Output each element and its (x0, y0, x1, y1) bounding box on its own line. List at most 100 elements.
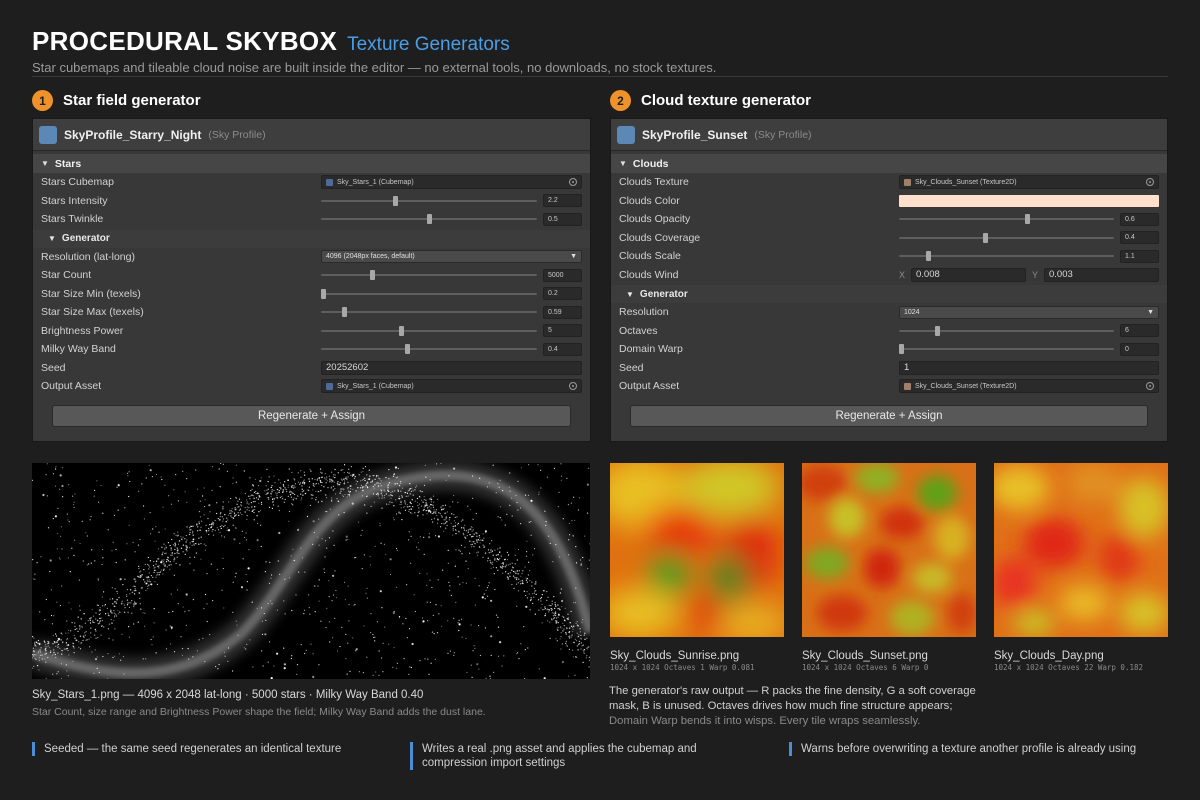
generator-foldout[interactable]: ▼ Generator (33, 229, 590, 248)
step-number-badge: 1 (32, 90, 53, 111)
stars-cubemap-row: Stars Cubemap Sky_Stars_1 (Cubemap) (33, 173, 590, 192)
field-label: Stars Twinkle (41, 213, 104, 226)
wind-y-input[interactable]: 0.003 (1044, 267, 1159, 282)
field-label: Clouds Color (619, 194, 680, 207)
explanation-dim-text: Domain Warp bends it into wisps. Every t… (609, 715, 921, 727)
star-field-preview-image (32, 463, 590, 679)
star-size-min-input[interactable]: 0.2 (543, 287, 582, 301)
page-subtitle: Texture Generators (347, 34, 510, 55)
wind-x-input[interactable]: 0.008 (911, 267, 1026, 282)
tile-filename: Sky_Clouds_Day.png (994, 650, 1104, 662)
object-picker-icon[interactable] (1146, 178, 1154, 187)
clouds-scale-input[interactable]: 1.1 (1120, 249, 1159, 263)
star-section-heading: 1 Star field generator (32, 90, 201, 111)
stars-twinkle-slider[interactable] (321, 212, 537, 226)
domain-warp-slider[interactable] (899, 342, 1114, 356)
field-label: Stars Cubemap (41, 176, 114, 189)
seed-input[interactable]: 1 (899, 360, 1159, 375)
generator-foldout[interactable]: ▼ Generator (611, 285, 1167, 303)
output-asset-field[interactable]: Sky_Clouds_Sunset (Texture2D) (899, 379, 1159, 394)
star-count-slider[interactable] (321, 268, 537, 282)
resolution-dropdown[interactable]: 4096 (2048px faces, default) ▼ (321, 250, 582, 264)
cloud-explanation: The generator's raw output — R packs the… (609, 684, 979, 729)
object-picker-icon[interactable] (569, 382, 577, 391)
slider-track (899, 236, 1114, 239)
stars-cubemap-field[interactable]: Sky_Stars_1 (Cubemap) (321, 175, 582, 190)
field-label: Clouds Scale (619, 250, 681, 263)
domain-warp-row: Domain Warp 0 (611, 340, 1167, 359)
field-label: Brightness Power (41, 324, 124, 337)
field-label: Domain Warp (619, 343, 683, 356)
page-header: PROCEDURAL SKYBOX Texture Generators Sta… (32, 26, 1168, 75)
star-size-max-slider[interactable] (321, 305, 537, 319)
output-asset-field[interactable]: Sky_Stars_1 (Cubemap) (321, 379, 582, 394)
slider-thumb[interactable] (342, 307, 348, 318)
clouds-foldout[interactable]: ▼ Clouds (611, 154, 1167, 173)
seed-row: Seed 20252602 (33, 359, 590, 378)
slider-thumb[interactable] (899, 344, 904, 355)
slider-track (321, 199, 537, 202)
slider-thumb[interactable] (369, 270, 375, 281)
field-label: Seed (41, 361, 66, 374)
brightness-power-row: Brightness Power 5 (33, 322, 590, 341)
profile-type: (Sky Profile) (208, 128, 266, 141)
field-label: Clouds Wind (619, 268, 679, 281)
star-size-min-slider[interactable] (321, 287, 537, 301)
clouds-color-row: Clouds Color (611, 192, 1167, 211)
domain-warp-input[interactable]: 0 (1120, 342, 1159, 356)
chevron-down-icon: ▼ (1147, 308, 1154, 316)
slider-thumb[interactable] (1025, 214, 1030, 225)
milky-way-input[interactable]: 0.4 (543, 342, 582, 356)
slider-thumb[interactable] (405, 344, 411, 355)
tile-metadata: 1024 x 1024 Octaves 22 Warp 0.182 (994, 663, 1144, 672)
field-value: Sky_Stars_1 (Cubemap) (337, 178, 414, 186)
octaves-slider[interactable] (899, 324, 1114, 338)
section-title: Star field generator (63, 92, 201, 109)
clouds-scale-slider[interactable] (899, 249, 1114, 263)
milky-way-slider[interactable] (321, 342, 537, 356)
field-label: Clouds Coverage (619, 231, 701, 244)
slider-thumb[interactable] (426, 214, 432, 225)
inspector-header: SkyProfile_Sunset (Sky Profile) (611, 119, 1167, 151)
clouds-opacity-input[interactable]: 0.6 (1120, 212, 1159, 226)
slider-track (321, 329, 537, 332)
regenerate-assign-button[interactable]: Regenerate + Assign (52, 405, 571, 427)
slider-thumb[interactable] (399, 325, 405, 336)
header-divider (32, 76, 1168, 77)
slider-thumb[interactable] (321, 288, 326, 299)
octaves-input[interactable]: 6 (1120, 324, 1159, 338)
clouds-texture-field[interactable]: Sky_Clouds_Sunset (Texture2D) (899, 175, 1159, 190)
slider-thumb[interactable] (926, 251, 932, 262)
cloud-section-heading: 2 Cloud texture generator (610, 90, 811, 111)
regenerate-assign-button[interactable]: Regenerate + Assign (630, 405, 1148, 427)
clouds-coverage-slider[interactable] (899, 231, 1114, 245)
stars-foldout[interactable]: ▼ Stars (33, 154, 590, 173)
slider-track (899, 348, 1114, 351)
star-size-max-input[interactable]: 0.59 (543, 305, 582, 319)
stars-twinkle-input[interactable]: 0.5 (543, 212, 582, 226)
clouds-texture-row: Clouds Texture Sky_Clouds_Sunset (Textur… (611, 173, 1167, 192)
cloud-noise-texture (994, 463, 1168, 637)
feature-note: Warns before overwriting a texture anoth… (789, 742, 1168, 756)
stars-intensity-input[interactable]: 2.2 (543, 194, 582, 208)
foldout-triangle-icon: ▼ (619, 159, 627, 168)
resolution-dropdown[interactable]: 1024 ▼ (899, 305, 1159, 319)
clouds-opacity-slider[interactable] (899, 212, 1114, 226)
clouds-color-swatch[interactable] (899, 194, 1159, 207)
object-picker-icon[interactable] (569, 178, 577, 187)
slider-thumb[interactable] (392, 195, 398, 206)
brightness-power-input[interactable]: 5 (543, 324, 582, 338)
stars-intensity-slider[interactable] (321, 194, 537, 208)
slider-track (321, 274, 537, 277)
object-picker-icon[interactable] (1146, 382, 1154, 391)
seed-input[interactable]: 20252602 (321, 360, 582, 375)
slider-thumb[interactable] (934, 325, 940, 336)
field-value: Sky_Clouds_Sunset (Texture2D) (915, 178, 1017, 186)
brightness-power-slider[interactable] (321, 324, 537, 338)
star-count-input[interactable]: 5000 (543, 268, 582, 282)
slider-thumb[interactable] (983, 232, 988, 243)
clouds-coverage-input[interactable]: 0.4 (1120, 231, 1159, 245)
field-label: Star Size Max (texels) (41, 306, 144, 319)
field-label: Output Asset (619, 380, 680, 393)
clouds-scale-row: Clouds Scale 1.1 (611, 247, 1167, 266)
